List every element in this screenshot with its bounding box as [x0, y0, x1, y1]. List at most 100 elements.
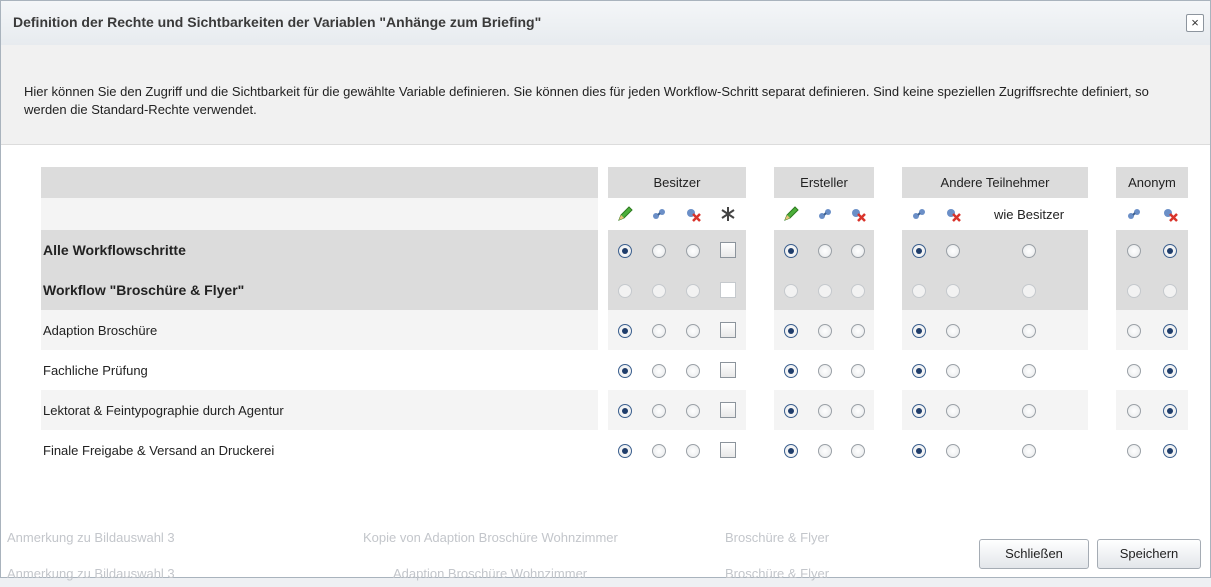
- radio-button[interactable]: [850, 283, 865, 298]
- radio-button[interactable]: [850, 323, 865, 338]
- rights-dialog: Definition der Rechte und Sichtbarkeiten…: [0, 0, 1211, 581]
- radio-button[interactable]: [618, 283, 632, 298]
- radio-button[interactable]: [686, 363, 700, 378]
- pencil-icon: [608, 198, 642, 230]
- radio-button[interactable]: [850, 443, 865, 458]
- radio-button[interactable]: [1163, 283, 1177, 298]
- radio-button[interactable]: [817, 243, 832, 258]
- close-button[interactable]: Schließen: [979, 539, 1089, 569]
- radio-button[interactable]: [946, 403, 960, 418]
- close-icon[interactable]: ×: [1186, 14, 1204, 32]
- checkbox[interactable]: [720, 442, 736, 459]
- radio-button[interactable]: [1022, 403, 1036, 418]
- radio-button[interactable]: [850, 243, 865, 258]
- radio-button[interactable]: [1127, 363, 1141, 378]
- table-row: Adaption Broschüre: [41, 310, 1188, 350]
- radio-button[interactable]: [817, 403, 832, 418]
- radio-button[interactable]: [912, 363, 926, 378]
- radio-button[interactable]: [850, 403, 865, 418]
- table-row: Finale Freigabe & Versand an Druckerei: [41, 430, 1188, 470]
- radio-button[interactable]: [784, 363, 798, 378]
- radio-button[interactable]: [1163, 403, 1177, 418]
- radio-button[interactable]: [817, 363, 832, 378]
- radio-button[interactable]: [784, 243, 798, 258]
- radio-button[interactable]: [912, 443, 926, 458]
- radio-button[interactable]: [618, 323, 632, 338]
- radio-button[interactable]: [1163, 323, 1177, 338]
- radio-button[interactable]: [1163, 243, 1177, 258]
- radio-button[interactable]: [946, 363, 960, 378]
- radio-button[interactable]: [686, 243, 700, 258]
- radio-button[interactable]: [1127, 443, 1141, 458]
- radio-button[interactable]: [1022, 283, 1036, 298]
- dialog-titlebar: Definition der Rechte und Sichtbarkeiten…: [1, 1, 1210, 45]
- radio-button[interactable]: [618, 403, 632, 418]
- radio-button[interactable]: [618, 243, 632, 258]
- radio-button[interactable]: [817, 443, 832, 458]
- checkbox[interactable]: [720, 282, 736, 299]
- radio-button[interactable]: [652, 323, 666, 338]
- radio-button[interactable]: [912, 283, 926, 298]
- radio-button[interactable]: [686, 323, 700, 338]
- checkbox[interactable]: [720, 242, 736, 259]
- radio-button[interactable]: [618, 363, 632, 378]
- row-label: Adaption Broschüre: [41, 310, 598, 350]
- radio-button[interactable]: [784, 403, 798, 418]
- radio-button[interactable]: [1022, 243, 1036, 258]
- radio-button[interactable]: [652, 403, 666, 418]
- radio-button[interactable]: [912, 403, 926, 418]
- group-header-besitzer: Besitzer: [608, 167, 746, 198]
- radio-button[interactable]: [652, 363, 666, 378]
- table-row: Workflow "Broschüre & Flyer": [41, 270, 1188, 310]
- radio-button[interactable]: [686, 443, 700, 458]
- table-row: Lektorat & Feintypographie durch Agentur: [41, 390, 1188, 430]
- rights-table: Besitzer Ersteller Andere Teilnehmer Ano…: [41, 167, 1188, 470]
- group-header-andere: Andere Teilnehmer: [902, 167, 1088, 198]
- radio-button[interactable]: [850, 363, 865, 378]
- radio-button[interactable]: [784, 323, 798, 338]
- radio-button[interactable]: [1127, 323, 1141, 338]
- visibility-icon: [902, 198, 936, 230]
- checkbox[interactable]: [720, 362, 736, 379]
- radio-button[interactable]: [817, 283, 832, 298]
- radio-button[interactable]: [686, 283, 700, 298]
- radio-button[interactable]: [1022, 363, 1036, 378]
- radio-button[interactable]: [784, 283, 798, 298]
- radio-button[interactable]: [618, 443, 632, 458]
- dialog-title: Definition der Rechte und Sichtbarkeiten…: [13, 14, 542, 30]
- group-header-ersteller: Ersteller: [774, 167, 874, 198]
- visibility-icon: [642, 198, 676, 230]
- hidden-icon: [936, 198, 970, 230]
- background-text: Adaption Broschüre Wohnzimmer: [393, 566, 588, 581]
- radio-button[interactable]: [912, 243, 926, 258]
- radio-button[interactable]: [946, 323, 960, 338]
- row-label: Alle Workflowschritte: [41, 230, 598, 270]
- radio-button[interactable]: [686, 403, 700, 418]
- row-label: Finale Freigabe & Versand an Druckerei: [41, 430, 598, 470]
- background-text: Broschüre & Flyer: [725, 530, 830, 545]
- radio-button[interactable]: [1163, 443, 1177, 458]
- radio-button[interactable]: [946, 243, 960, 258]
- background-text: Broschüre & Flyer: [725, 566, 830, 581]
- radio-button[interactable]: [1127, 283, 1141, 298]
- info-panel: Hier können Sie den Zugriff und die Sich…: [1, 45, 1210, 145]
- radio-button[interactable]: [1127, 403, 1141, 418]
- radio-button[interactable]: [1022, 323, 1036, 338]
- radio-button[interactable]: [784, 443, 798, 458]
- background-text: Anmerkung zu Bildauswahl 3: [7, 530, 175, 545]
- wie-besitzer-label: wie Besitzer: [993, 206, 1065, 222]
- radio-button[interactable]: [912, 323, 926, 338]
- radio-button[interactable]: [946, 443, 960, 458]
- radio-button[interactable]: [652, 243, 666, 258]
- radio-button[interactable]: [652, 443, 666, 458]
- pencil-icon: [774, 198, 808, 230]
- radio-button[interactable]: [1022, 443, 1036, 458]
- save-button[interactable]: Speichern: [1097, 539, 1201, 569]
- checkbox[interactable]: [720, 402, 736, 419]
- radio-button[interactable]: [1127, 243, 1141, 258]
- checkbox[interactable]: [720, 322, 736, 339]
- radio-button[interactable]: [817, 323, 832, 338]
- radio-button[interactable]: [652, 283, 666, 298]
- radio-button[interactable]: [946, 283, 960, 298]
- radio-button[interactable]: [1163, 363, 1177, 378]
